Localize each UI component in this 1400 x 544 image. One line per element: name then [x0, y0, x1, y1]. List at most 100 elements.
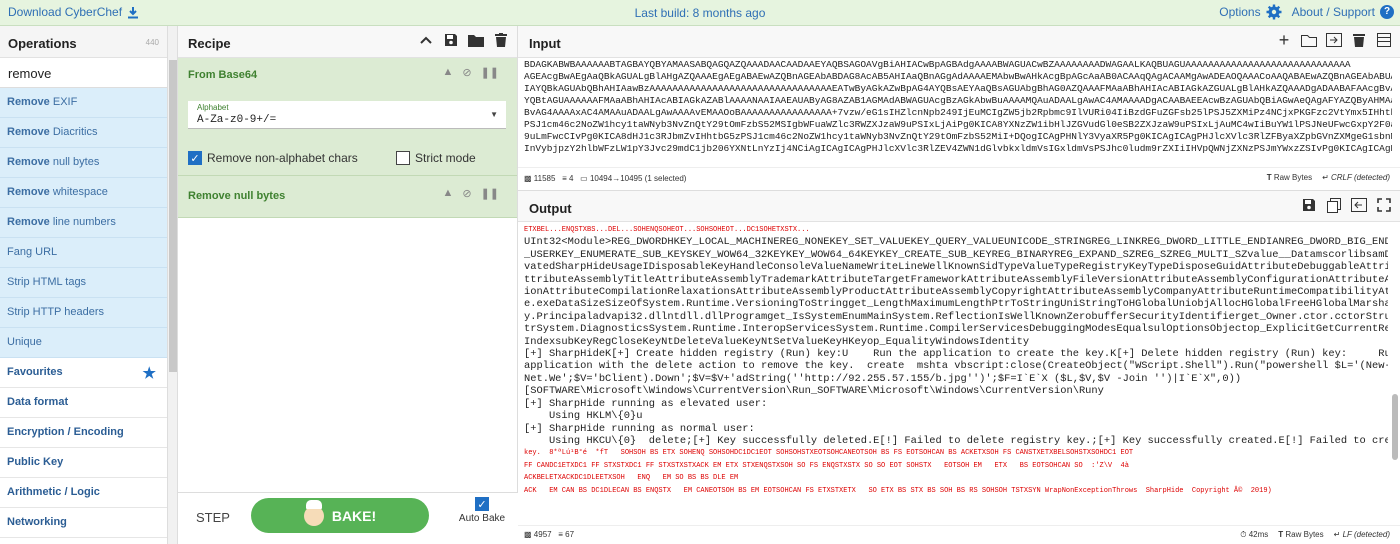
remove-non-alphabet-checkbox[interactable]: ✓ Remove non-alphabet chars — [188, 151, 358, 165]
collapse-step-icon[interactable]: ▲ — [442, 66, 453, 79]
operation-item[interactable]: Remove Diacritics — [0, 118, 167, 148]
pause-step-icon[interactable]: ❚❚ — [481, 66, 499, 79]
pause-step-icon[interactable]: ❚❚ — [481, 187, 499, 200]
category-label: Favourites — [7, 366, 63, 378]
output-line: Using HKCU\{0} delete;[+] Key successful… — [524, 434, 1388, 447]
clear-recipe-trash-icon[interactable] — [493, 32, 509, 48]
io-panel: Input + BDAGKABWBAAAAAABTAGBAYQBYAMAASAB… — [518, 26, 1400, 544]
operation-item[interactable]: Fang URL — [0, 238, 167, 268]
input-line: YQBtAGUAAAAAAFMAaABhAHIAcABIAGkAZABlAAAA… — [524, 95, 1392, 106]
operation-label: Strip HTML tags — [7, 276, 87, 288]
selection-icon: ▭ — [580, 174, 588, 183]
maximise-output-icon[interactable] — [1376, 197, 1392, 213]
category-item[interactable]: Arithmetic / Logic — [0, 478, 167, 508]
category-item[interactable]: Networking — [0, 508, 167, 538]
layout-icon[interactable] — [1376, 32, 1392, 48]
recipe-step-from-base64[interactable]: From Base64 ▲ ⊘ ❚❚ Alphabet A-Za-z0-9+/=… — [178, 58, 517, 176]
raw-bytes-toggle[interactable]: T Raw Bytes — [1267, 173, 1312, 182]
scrollbar-thumb[interactable] — [1392, 394, 1398, 460]
dropdown-caret-icon: ▼ — [490, 110, 498, 119]
output-line: [+] SharpHide running as elevated user: — [524, 397, 768, 410]
chef-icon — [303, 499, 324, 526]
operation-item[interactable]: Remove whitespace — [0, 178, 167, 208]
about-label: About / Support — [1291, 5, 1375, 19]
input-selection: 10494→10495 (1 selected) — [589, 174, 687, 183]
options-link[interactable]: Options — [1219, 4, 1282, 20]
operation-match-text: Remove — [7, 96, 50, 108]
operation-item[interactable]: Strip HTML tags — [0, 268, 167, 298]
disable-step-icon[interactable]: ⊘ — [462, 66, 471, 79]
operation-item[interactable]: Remove null bytes — [0, 148, 167, 178]
output-line: ETXBEL...ENQSTXBS...DEL...SOHENQSOHEOT..… — [524, 226, 810, 234]
category-label: Public Key — [7, 456, 64, 468]
recipe-panel: Recipe From Base64 ▲ ⊘ ❚❚ Alphabet A-Za-… — [178, 26, 518, 544]
auto-bake-checkbox[interactable]: ✓ Auto Bake — [454, 497, 510, 524]
recipe-title: Recipe — [188, 36, 231, 51]
operation-label: null bytes — [49, 156, 100, 168]
operation-results-list: Remove EXIF Remove Diacritics Remove null … — [0, 88, 167, 358]
operation-item[interactable]: Strip HTTP headers — [0, 298, 167, 328]
save-output-icon[interactable] — [1301, 197, 1317, 213]
copy-output-icon[interactable] — [1326, 197, 1342, 213]
open-folder-icon[interactable] — [1301, 32, 1317, 48]
output-line: UInt32<Module>REG_DWORDHKEY_LOCAL_MACHIN… — [524, 236, 1388, 249]
operation-item[interactable]: Remove EXIF — [0, 88, 167, 118]
step-button[interactable]: STEP — [196, 510, 230, 525]
collapse-all-icon[interactable] — [418, 32, 434, 48]
output-line: y.Principaladvapi32.dllntdll.dllProgramg… — [524, 310, 1388, 323]
alphabet-label: Alphabet — [197, 103, 229, 112]
category-item[interactable]: Encryption / Encoding — [0, 418, 167, 448]
raw-bytes-label: Raw Bytes — [1285, 530, 1324, 539]
category-item[interactable]: Data format — [0, 388, 167, 418]
eol-selector[interactable]: ↵ CRLF (detected) — [1322, 173, 1390, 182]
help-icon: ? — [1380, 5, 1394, 19]
about-support-link[interactable]: About / Support ? — [1292, 5, 1394, 19]
output-line: [SOFTWARE\Microsoft\Windows\CurrentVersi… — [524, 385, 1104, 398]
add-tab-plus-icon[interactable]: + — [1276, 30, 1292, 50]
collapse-step-icon[interactable]: ▲ — [442, 187, 453, 200]
recipe-step-remove-null-bytes[interactable]: Remove null bytes ▲ ⊘ ❚❚ — [178, 176, 517, 218]
output-title: Output — [529, 201, 572, 216]
operations-title: Operations — [8, 36, 77, 51]
alphabet-select[interactable]: Alphabet A-Za-z0-9+/= ▼ — [188, 101, 506, 129]
input-status-bar: ▩ 11585 ≡ 4 ▭ 10494→10495 (1 selected) T… — [518, 167, 1400, 189]
operation-item[interactable]: Unique — [0, 328, 167, 358]
operation-label: EXIF — [49, 96, 78, 108]
input-line: InVybjpzY2hlbWFzLW1pY3Jvc29mdC1jb206YXNt… — [524, 143, 1392, 154]
output-line: ACK EM CAN BS DC1DLECAN BS ENQSTX EM CAN… — [524, 486, 1272, 495]
eol-selector[interactable]: ↵ LF (detected) — [1334, 530, 1390, 540]
open-file-icon[interactable] — [1326, 32, 1342, 48]
operation-label: Strip HTTP headers — [7, 306, 105, 318]
operation-match-text: Remove — [7, 216, 50, 228]
category-item[interactable]: Public Key — [0, 448, 167, 478]
download-label: Download CyberChef — [8, 5, 123, 19]
input-title: Input — [529, 36, 561, 51]
scrollbar-thumb[interactable] — [169, 60, 177, 372]
output-scrollbar[interactable] — [1392, 224, 1398, 522]
operation-label: line numbers — [49, 216, 116, 228]
save-recipe-icon[interactable] — [443, 32, 459, 48]
operations-search-input[interactable]: remove — [0, 58, 167, 88]
operations-scrollbar[interactable] — [168, 26, 178, 544]
line-count-icon: ≡ — [562, 174, 567, 183]
output-textarea[interactable]: ETXBEL...ENQSTXBS...DEL...SOHENQSOHEOT..… — [524, 224, 1388, 522]
output-line: Using HKLM\{0}u — [524, 410, 643, 423]
raw-bytes-toggle[interactable]: T Raw Bytes — [1278, 530, 1323, 540]
disable-step-icon[interactable]: ⊘ — [462, 187, 471, 200]
gear-icon — [1266, 4, 1282, 20]
replace-input-icon[interactable] — [1351, 197, 1367, 213]
load-recipe-folder-icon[interactable] — [468, 32, 484, 48]
char-count-icon: ▩ — [524, 530, 532, 539]
auto-bake-label: Auto Bake — [458, 513, 506, 524]
output-line: e.exeDataSizeSizeOfSystem.Runtime.Versio… — [524, 298, 1388, 311]
bake-button[interactable]: BAKE! — [251, 498, 429, 533]
category-item[interactable]: Favourites ★ — [0, 358, 167, 388]
clear-input-trash-icon[interactable] — [1351, 32, 1367, 48]
strict-mode-checkbox[interactable]: Strict mode — [396, 151, 476, 165]
download-cyberchef-link[interactable]: Download CyberChef — [8, 5, 139, 19]
output-line: trSystem.DiagnosticsSystem.Runtime.Inter… — [524, 323, 1388, 336]
operations-header: Operations 440 — [0, 26, 167, 58]
category-label: Arithmetic / Logic — [7, 486, 100, 498]
input-textarea[interactable]: BDAGKABWBAAAAAABTAGBAYQBYAMAASABQAGQAZQA… — [524, 59, 1392, 167]
operation-item[interactable]: Remove line numbers — [0, 208, 167, 238]
